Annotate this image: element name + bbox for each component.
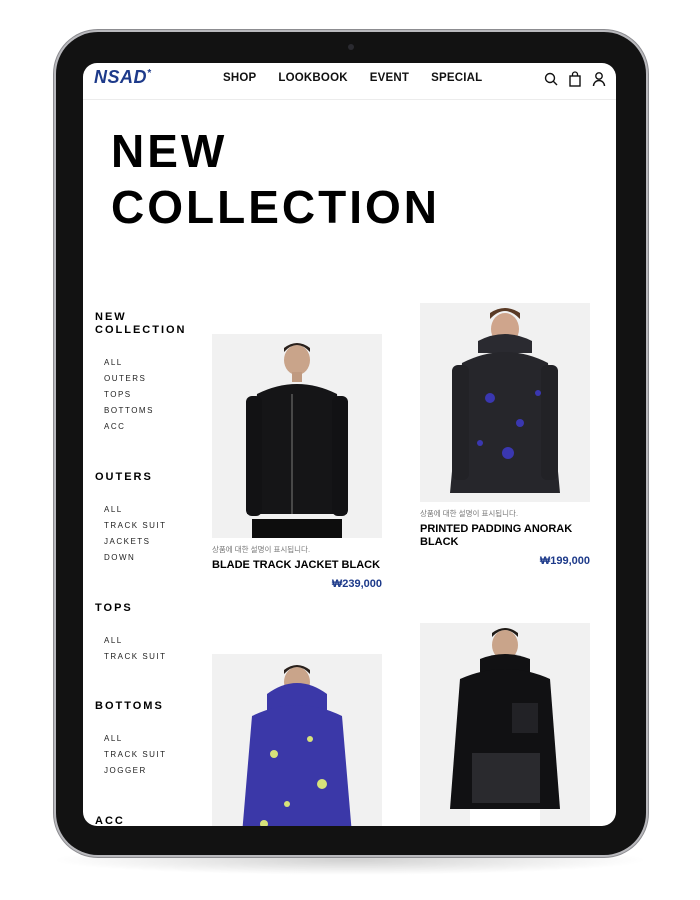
sidebar-group-bottoms: BOTTOMS ALL TRACK SUIT JOGGER	[95, 700, 205, 779]
product-description: 상품에 대한 설명이 표시됩니다.	[212, 545, 311, 554]
main-nav: SHOP LOOKBOOK EVENT SPECIAL	[223, 72, 482, 84]
sidebar-title-bottoms[interactable]: BOTTOMS	[95, 700, 205, 713]
sidebar-item-tops[interactable]: TOPS	[104, 387, 187, 403]
hero-line-1: NEW	[111, 125, 228, 177]
sidebar-item-all[interactable]: ALL	[104, 633, 205, 649]
sidebar-list: ALL TRACK SUIT	[104, 633, 205, 665]
product-card[interactable]: 상품에 대한 설명이 표시됩니다. BLADE TRACK JACKET BLA…	[212, 334, 382, 590]
sidebar-group-outers: OUTERS ALL TRACK SUIT JACKETS DOWN	[95, 471, 205, 566]
sidebar-item-outers[interactable]: OUTERS	[104, 371, 187, 387]
sidebar-item-acc[interactable]: ACC	[104, 419, 187, 435]
product-card[interactable]: 상품에 대한 설명이 표시됩니다. PRINTED PADDING ANORAK…	[420, 303, 590, 567]
sidebar-item-track-suit[interactable]: TRACK SUIT	[104, 518, 205, 534]
product-name[interactable]: BLADE TRACK JACKET BLACK	[212, 559, 382, 572]
sidebar-item-track-suit[interactable]: TRACK SUIT	[104, 747, 205, 763]
nav-event[interactable]: EVENT	[370, 72, 409, 84]
sidebar-group-tops: TOPS ALL TRACK SUIT	[95, 602, 205, 665]
top-navigation-bar: NSAD* SHOP LOOKBOOK EVENT SPECIAL	[83, 63, 616, 100]
front-camera	[348, 44, 354, 50]
tablet-screen: NSAD* SHOP LOOKBOOK EVENT SPECIAL NEW CO…	[83, 63, 616, 826]
nav-special[interactable]: SPECIAL	[431, 72, 482, 84]
sidebar-title-new-collection[interactable]: NEW COLLECTION	[95, 311, 187, 337]
sidebar-item-all[interactable]: ALL	[104, 355, 187, 371]
page-hero-title: NEW COLLECTION	[111, 123, 440, 235]
sidebar-title-acc[interactable]: ACC	[95, 815, 205, 826]
sidebar-item-jogger[interactable]: JOGGER	[104, 763, 205, 779]
sidebar-title-outers[interactable]: OUTERS	[95, 471, 205, 484]
sidebar-group-new-collection: NEW COLLECTION ALL OUTERS TOPS BOTTOMS A…	[95, 311, 187, 435]
product-price: ₩239,000	[331, 578, 382, 590]
product-card[interactable]	[420, 623, 590, 826]
product-name[interactable]: PRINTED PADDING ANORAK BLACK	[420, 523, 590, 549]
sidebar-list: ALL TRACK SUIT JOGGER	[104, 731, 205, 779]
nav-shop[interactable]: SHOP	[223, 72, 256, 84]
sidebar-item-track-suit[interactable]: TRACK SUIT	[104, 649, 205, 665]
nav-lookbook[interactable]: LOOKBOOK	[278, 72, 347, 84]
sidebar-title-tops[interactable]: TOPS	[95, 602, 205, 615]
hero-line-2: COLLECTION	[111, 181, 440, 233]
product-image[interactable]	[212, 654, 382, 826]
product-card[interactable]	[212, 654, 382, 826]
sidebar-item-all[interactable]: ALL	[104, 502, 205, 518]
user-icon[interactable]	[592, 71, 606, 87]
product-image[interactable]	[420, 623, 590, 826]
sidebar-list: ALL TRACK SUIT JACKETS DOWN	[104, 502, 205, 566]
product-image[interactable]	[212, 334, 382, 538]
sidebar-list: ALL OUTERS TOPS BOTTOMS ACC	[104, 355, 187, 435]
sidebar-item-all[interactable]: ALL	[104, 731, 205, 747]
product-price: ₩199,000	[539, 555, 590, 567]
sidebar-item-down[interactable]: DOWN	[104, 550, 205, 566]
sidebar-group-acc: ACC	[95, 815, 205, 826]
header-icons	[544, 71, 606, 87]
sidebar-item-jackets[interactable]: JACKETS	[104, 534, 205, 550]
product-description: 상품에 대한 설명이 표시됩니다.	[420, 509, 519, 518]
search-icon[interactable]	[544, 71, 558, 87]
brand-logo[interactable]: NSAD*	[94, 67, 151, 88]
shopping-bag-icon[interactable]	[568, 71, 582, 87]
sidebar-item-bottoms[interactable]: BOTTOMS	[104, 403, 187, 419]
product-image[interactable]	[420, 303, 590, 502]
